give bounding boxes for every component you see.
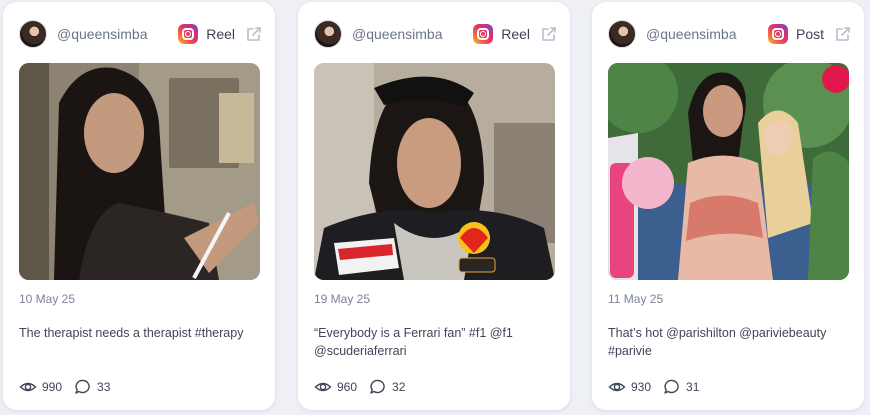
post-card[interactable]: @queensimba Post 11 May 25 That’s hot @p…	[592, 2, 864, 410]
comment-icon	[664, 379, 679, 394]
card-header: @queensimba Reel	[314, 16, 558, 52]
post-date: 11 May 25	[608, 292, 664, 306]
comment-icon	[75, 379, 90, 394]
comment-count: 32	[392, 380, 406, 394]
comment-count: 33	[97, 380, 111, 394]
post-type-label: Reel	[206, 26, 235, 42]
post-stats: 990 33	[19, 378, 122, 396]
post-caption: That’s hot @parishilton @pariviebeauty #…	[608, 326, 827, 358]
creator-handle[interactable]: @queensimba	[646, 26, 768, 42]
post-thumbnail[interactable]	[19, 63, 260, 280]
avatar	[19, 20, 47, 48]
eye-icon	[19, 382, 37, 392]
post-thumbnail[interactable]	[314, 63, 555, 280]
external-link-icon[interactable]	[834, 25, 852, 43]
view-count: 930	[631, 380, 652, 394]
card-header: @queensimba Post	[608, 16, 852, 52]
post-stats: 960 32	[314, 378, 417, 396]
post-type-label: Post	[795, 26, 824, 42]
view-count: 960	[337, 380, 358, 394]
instagram-icon	[178, 24, 199, 44]
post-stats: 930 31	[608, 378, 711, 396]
post-caption: The therapist needs a therapist #therapy	[19, 326, 244, 340]
card-header: @queensimba Reel	[19, 16, 263, 52]
eye-icon	[314, 382, 332, 392]
post-thumbnail[interactable]	[608, 63, 849, 280]
post-date: 19 May 25	[314, 292, 371, 306]
eye-icon	[608, 382, 626, 392]
post-card[interactable]: @queensimba Reel 19 May 25 “Everybody is…	[298, 2, 570, 410]
comment-count: 31	[686, 380, 700, 394]
avatar	[314, 20, 342, 48]
post-type-label: Reel	[501, 26, 530, 42]
post-card[interactable]: @queensimba Reel 10 May 25 The therapist…	[3, 2, 275, 410]
post-date: 10 May 25	[19, 292, 76, 306]
creator-handle[interactable]: @queensimba	[57, 26, 178, 42]
external-link-icon[interactable]	[245, 25, 263, 43]
post-caption: “Everybody is a Ferrari fan” #f1 @f1 @sc…	[314, 326, 513, 358]
instagram-icon	[473, 24, 494, 44]
creator-handle[interactable]: @queensimba	[352, 26, 473, 42]
comment-icon	[370, 379, 385, 394]
view-count: 990	[42, 380, 63, 394]
external-link-icon[interactable]	[540, 25, 558, 43]
avatar	[608, 20, 636, 48]
instagram-icon	[767, 24, 788, 44]
